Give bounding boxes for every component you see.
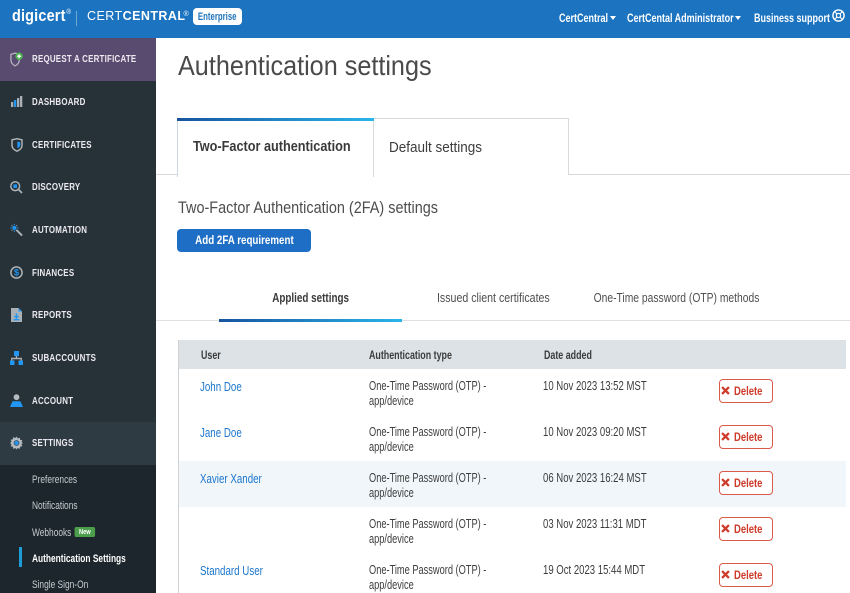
svg-text:$: $ <box>14 268 19 278</box>
